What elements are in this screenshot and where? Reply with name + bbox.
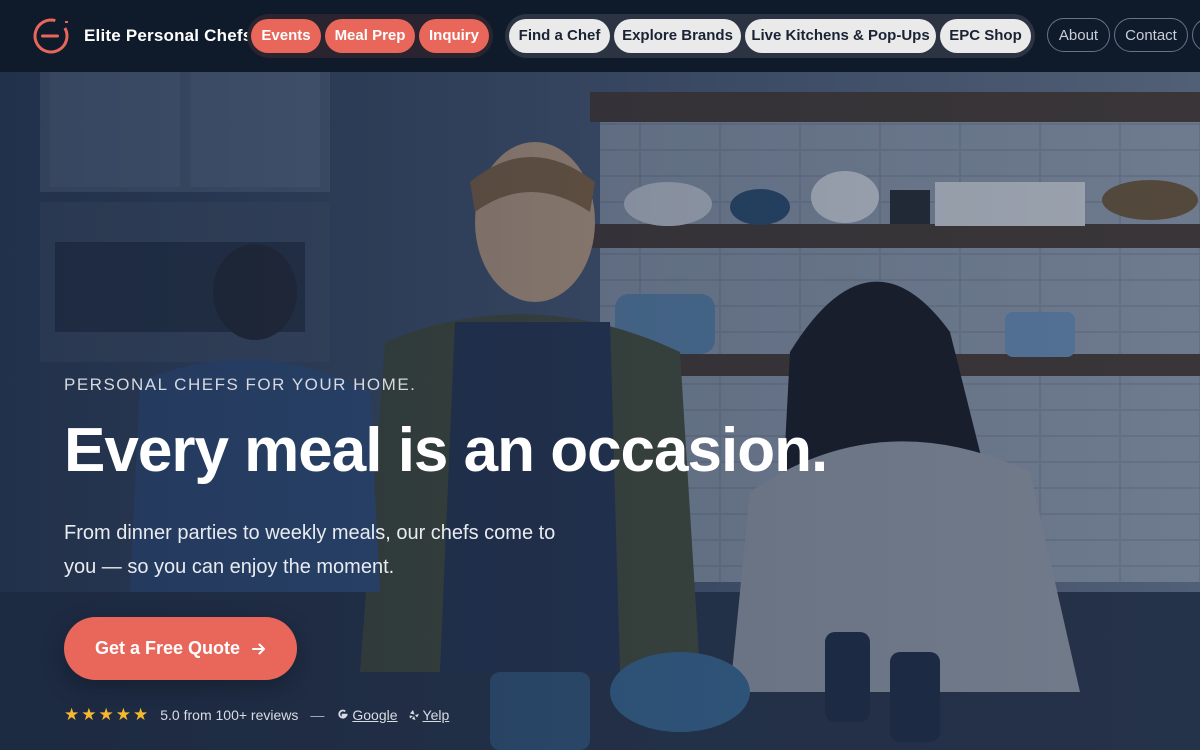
brand-name[interactable]: Elite Personal Chefs: [84, 26, 252, 46]
nav-find-a-chef-button[interactable]: Find a Chef: [509, 19, 610, 53]
yelp-link-label: Yelp: [422, 706, 450, 723]
hero-eyebrow: PERSONAL CHEFS FOR YOUR HOME.: [64, 375, 417, 394]
star-icon: ★: [81, 705, 97, 724]
star-icon: ★: [64, 705, 80, 724]
google-reviews-link[interactable]: Google: [336, 706, 398, 723]
nav-meal-prep-button[interactable]: Meal Prep: [325, 19, 415, 53]
google-icon: [338, 709, 348, 719]
get-free-quote-button[interactable]: Get a Free Quote: [64, 617, 297, 680]
yelp-reviews-link[interactable]: Yelp: [408, 706, 450, 723]
cta-label: Get a Free Quote: [94, 638, 241, 658]
nav-live-kitchens-button[interactable]: Live Kitchens & Pop-Ups: [745, 19, 936, 53]
arrow-right-icon: [252, 643, 266, 654]
star-icon: ★: [133, 705, 149, 724]
nav-more-button[interactable]: [1192, 18, 1200, 52]
review-text: 5.0 from 100+ reviews: [160, 706, 299, 723]
yelp-icon: [409, 709, 419, 720]
nav-explore-brands-button[interactable]: Explore Brands: [614, 19, 741, 53]
google-link-label: Google: [352, 706, 398, 723]
top-nav: Elite Personal Chefs Events Meal Prep In…: [0, 0, 1200, 72]
review-summary: ★ ★ ★ ★ ★ 5.0 from 100+ reviews — Google…: [64, 706, 449, 723]
review-separator: —: [310, 706, 325, 723]
brand-logo-icon[interactable]: [30, 15, 72, 57]
hero-section: PERSONAL CHEFS FOR YOUR HOME. Every meal…: [0, 72, 1200, 750]
nav-events-button[interactable]: Events: [251, 19, 321, 53]
rating-stars: ★ ★ ★ ★ ★: [64, 706, 148, 723]
hero-headline: Every meal is an occasion.: [64, 416, 828, 485]
star-icon: ★: [98, 705, 114, 724]
nav-epc-shop-button[interactable]: EPC Shop: [940, 19, 1031, 53]
nav-contact-link[interactable]: Contact: [1114, 18, 1188, 52]
hero-subtext: From dinner parties to weekly meals, our…: [64, 522, 556, 578]
nav-about-link[interactable]: About: [1047, 18, 1110, 52]
nav-inquiry-button[interactable]: Inquiry: [419, 19, 489, 53]
primary-nav: Events Meal Prep Inquiry: [247, 14, 493, 58]
secondary-nav: Find a Chef Explore Brands Live Kitchens…: [505, 14, 1035, 58]
star-icon: ★: [115, 705, 131, 724]
